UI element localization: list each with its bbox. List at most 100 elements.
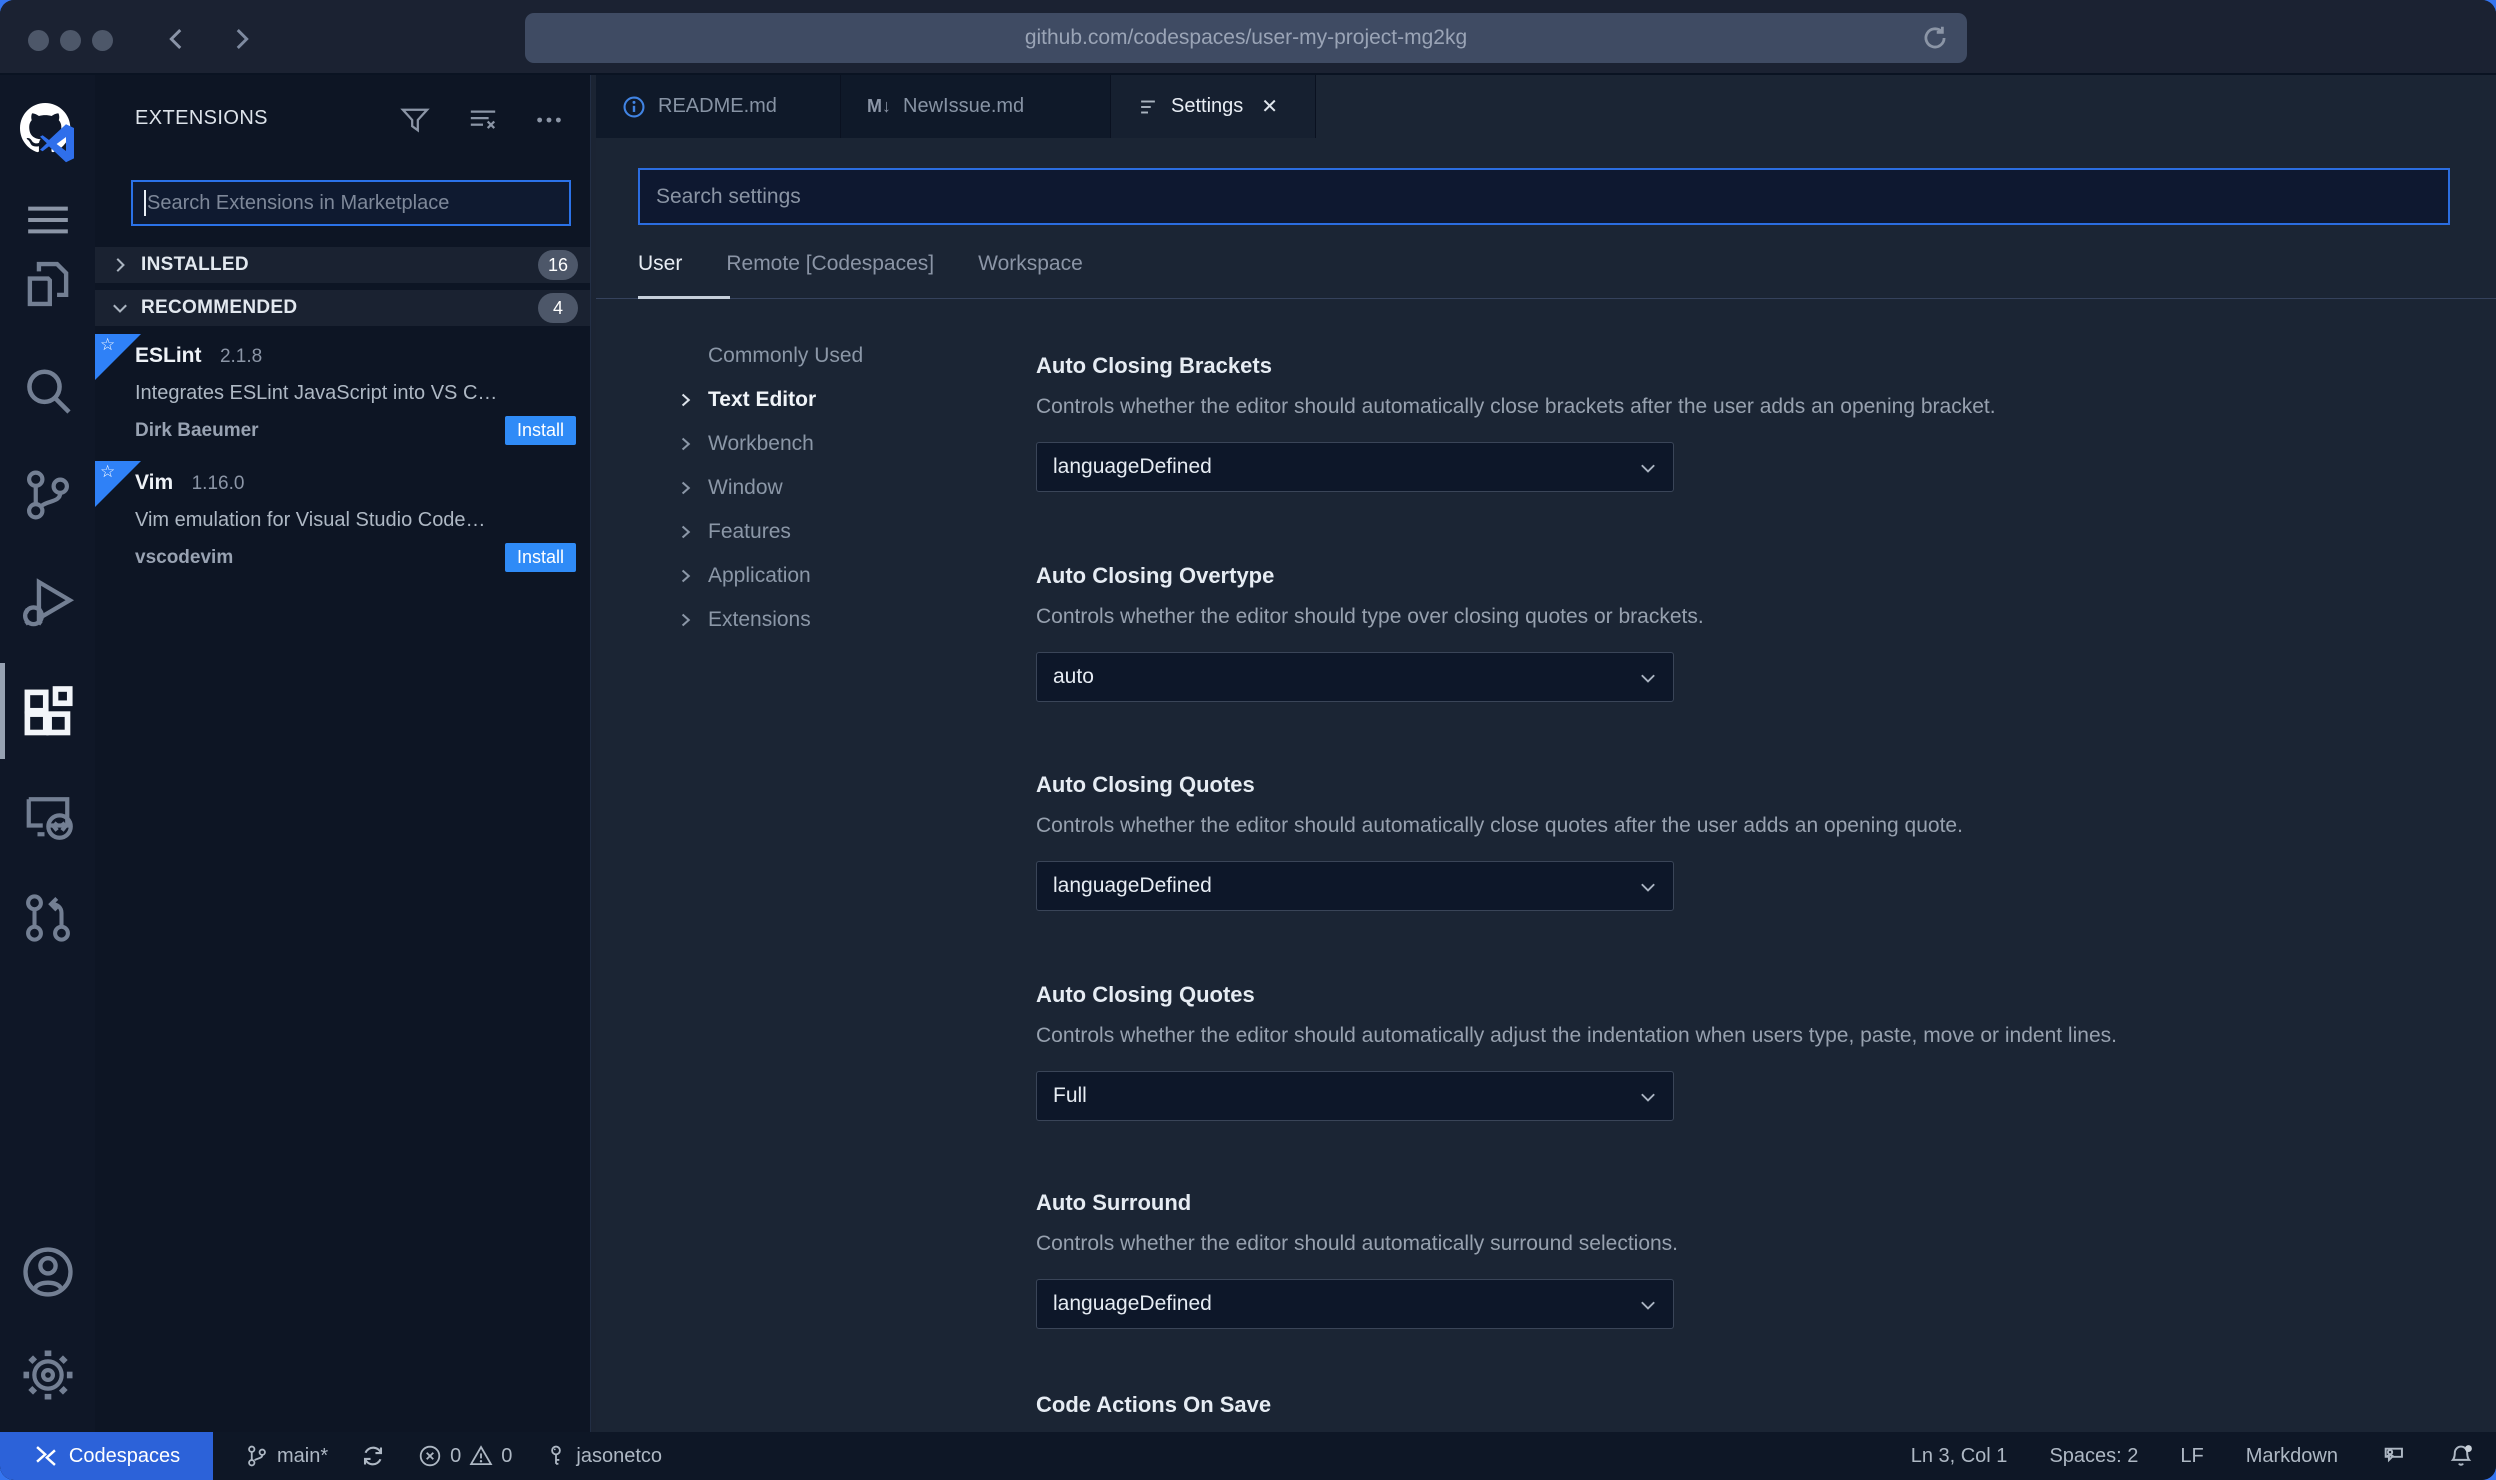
setting-title: Auto Surround: [1036, 1190, 1192, 1215]
setting-dropdown[interactable]: auto: [1036, 652, 1674, 702]
feedback-button[interactable]: [2380, 1443, 2406, 1469]
setting-title: Auto Closing Overtype: [1036, 563, 1275, 588]
window-minimize-button[interactable]: [60, 30, 81, 51]
pull-request-icon[interactable]: [0, 891, 95, 945]
toc-commonly-used[interactable]: Commonly Used: [596, 334, 1026, 378]
extension-item-eslint[interactable]: ☆ ESLint 2.1.8 Integrates ESLint JavaScr…: [95, 334, 590, 456]
setting-dropdown[interactable]: Full: [1036, 1071, 1674, 1121]
markdown-icon: M↓: [867, 96, 891, 116]
setting-dropdown[interactable]: languageDefined: [1036, 1279, 1674, 1329]
setting-dropdown[interactable]: languageDefined: [1036, 442, 1674, 492]
extension-publisher: vscodevim: [135, 547, 234, 568]
feedback-icon: [2384, 1447, 2403, 1463]
language-mode[interactable]: Markdown: [2246, 1445, 2338, 1468]
extensions-search-input[interactable]: [133, 182, 569, 224]
extensions-icon[interactable]: [0, 683, 95, 743]
account-icon[interactable]: [0, 1243, 95, 1301]
info-icon: [622, 95, 646, 119]
window-zoom-button[interactable]: [92, 30, 113, 51]
notifications-button[interactable]: [2448, 1443, 2474, 1469]
more-actions-icon[interactable]: [534, 105, 564, 135]
extensions-search[interactable]: [131, 180, 571, 226]
chevron-down-icon: [1641, 464, 1655, 473]
clear-list-icon[interactable]: [468, 105, 498, 135]
chevron-right-icon: [678, 609, 694, 631]
cursor-position[interactable]: Ln 3, Col 1: [1911, 1445, 2008, 1468]
chevron-right-icon: [678, 389, 694, 411]
extension-version: 2.1.8: [219, 346, 263, 367]
extension-item-vim[interactable]: ☆ Vim 1.16.0 Vim emulation for Visual St…: [95, 461, 590, 583]
eol-indicator[interactable]: LF: [2180, 1445, 2203, 1468]
section-label: RECOMMENDED: [141, 297, 298, 318]
settings-gear-icon[interactable]: [0, 1347, 95, 1403]
forward-icon[interactable]: [228, 26, 254, 52]
section-recommended[interactable]: RECOMMENDED 4: [95, 290, 590, 326]
settings-search[interactable]: [638, 168, 2450, 225]
window-close-button[interactable]: [28, 30, 49, 51]
install-button[interactable]: Install: [504, 416, 576, 445]
close-tab-icon[interactable]: ✕: [1261, 94, 1278, 119]
tab-label: Settings: [1171, 95, 1244, 117]
scope-tab-remote[interactable]: Remote [Codespaces]: [726, 252, 934, 276]
sync-button[interactable]: [360, 1443, 386, 1469]
indentation-indicator[interactable]: Spaces: 2: [2049, 1445, 2138, 1468]
tab-bar: README.md M↓ NewIssue.md Settings ✕: [596, 75, 2496, 138]
back-icon[interactable]: [164, 26, 190, 52]
extension-name: ESLint: [135, 344, 202, 367]
chevron-down-icon: [1641, 1093, 1655, 1102]
toc-workbench[interactable]: Workbench: [596, 422, 1026, 466]
install-button[interactable]: Install: [504, 543, 576, 572]
chevron-down-icon: [1641, 1301, 1655, 1310]
filter-icon[interactable]: [400, 105, 430, 135]
run-debug-icon[interactable]: [0, 573, 95, 631]
toc-application[interactable]: Application: [596, 554, 1026, 598]
user-indicator[interactable]: jasonetco: [544, 1444, 662, 1468]
source-control-icon[interactable]: [0, 467, 95, 523]
chevron-down-icon: [1641, 674, 1655, 683]
warning-count: 0: [501, 1444, 513, 1467]
editor-area: README.md M↓ NewIssue.md Settings ✕ Sear…: [596, 75, 2496, 1432]
error-icon: [419, 1445, 441, 1467]
branch-name: main*: [277, 1444, 329, 1467]
section-label: INSTALLED: [141, 254, 249, 275]
bell-icon: [2450, 1445, 2472, 1466]
scope-divider: [596, 298, 2496, 299]
toc-extensions[interactable]: Extensions: [596, 598, 1026, 642]
section-installed[interactable]: INSTALLED 16: [95, 247, 590, 283]
scope-tab-user[interactable]: User: [638, 252, 682, 276]
dropdown-value: languageDefined: [1053, 1292, 1212, 1315]
remote-explorer-icon[interactable]: [0, 787, 95, 843]
setting-title: Auto Closing Quotes: [1036, 982, 1255, 1007]
dropdown-value: languageDefined: [1053, 874, 1212, 897]
toc-features[interactable]: Features: [596, 510, 1026, 554]
tab-newissue[interactable]: M↓ NewIssue.md: [841, 75, 1111, 138]
scope-tab-workspace[interactable]: Workspace: [978, 252, 1083, 276]
reload-icon[interactable]: [1921, 24, 1949, 52]
codespaces-remote-button[interactable]: Codespaces: [0, 1432, 213, 1480]
settings-search-input[interactable]: [640, 170, 2448, 223]
dropdown-value: Full: [1053, 1084, 1087, 1107]
tab-readme[interactable]: README.md: [596, 75, 841, 138]
settings-editor: User Remote [Codespaces] Workspace Commo…: [596, 138, 2496, 1432]
error-count: 0: [450, 1444, 462, 1467]
menu-icon[interactable]: [0, 203, 95, 237]
extension-publisher: Dirk Baeumer: [135, 420, 259, 441]
setting-description: Controls whether the editor should type …: [1036, 605, 1704, 628]
branch-indicator[interactable]: main*: [245, 1444, 328, 1468]
extension-name: Vim: [135, 471, 174, 494]
setting-auto-closing-quotes: Auto Closing Quotes Controls whether the…: [1036, 772, 2466, 911]
remote-icon: [36, 1446, 56, 1466]
search-icon[interactable]: [0, 363, 95, 419]
chevron-down-icon: [113, 304, 127, 313]
toc-text-editor[interactable]: Text Editor: [596, 378, 1026, 422]
url-bar[interactable]: github.com/codespaces/user-my-project-mg…: [525, 13, 1967, 63]
toc-window[interactable]: Window: [596, 466, 1026, 510]
tab-settings[interactable]: Settings ✕: [1111, 75, 1316, 138]
explorer-icon[interactable]: [0, 255, 95, 313]
active-scope-underline: [638, 296, 730, 299]
setting-dropdown[interactable]: languageDefined: [1036, 861, 1674, 911]
key-icon: [551, 1445, 562, 1465]
dropdown-value: languageDefined: [1053, 455, 1212, 478]
problems-indicator[interactable]: 0 0: [418, 1444, 512, 1468]
chevron-right-icon: [678, 521, 694, 543]
